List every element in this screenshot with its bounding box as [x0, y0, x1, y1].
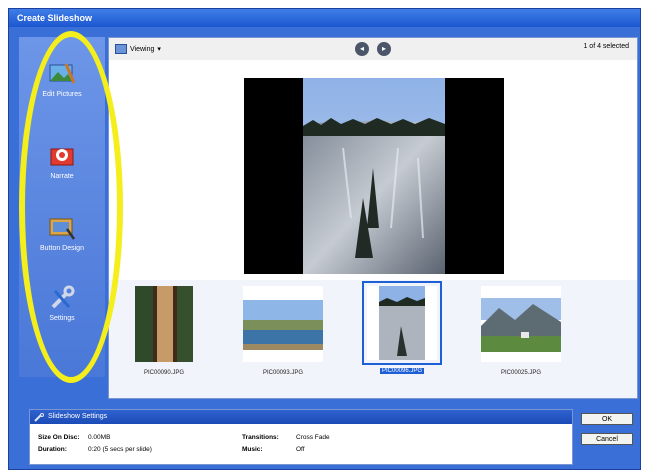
view-label: Viewing — [130, 45, 155, 53]
selection-count: 1 of 4 selected — [583, 43, 629, 50]
size-label: Size On Disc: — [38, 434, 80, 441]
thumbnail-image — [243, 286, 323, 362]
settings-icon — [34, 412, 44, 422]
thumbnail-strip: PIC00090.JPG PIC00093.JPG PIC00096.JPG P… — [109, 280, 637, 398]
size-value: 0.00MB — [88, 434, 111, 441]
settings-title: Slideshow Settings — [48, 413, 108, 420]
transitions-value: Cross Fade — [296, 434, 330, 441]
duration-value: 0:20 (5 secs per slide) — [88, 446, 152, 453]
settings-details: Size On Disc: 0.00MB Duration: 0:20 (5 s… — [30, 428, 572, 464]
thumbnail[interactable]: PIC00096.JPG — [352, 281, 452, 374]
preview-area — [109, 60, 637, 278]
thumbnail[interactable]: PIC00090.JPG — [114, 286, 214, 376]
view-icon — [115, 44, 127, 54]
thumbnail-image — [135, 286, 193, 362]
window-title: Create Slideshow — [9, 9, 640, 27]
duration-label: Duration: — [38, 446, 67, 453]
preview-photo — [303, 78, 445, 274]
arrow-right-icon: ▸ — [381, 44, 386, 53]
settings-header: Slideshow Settings — [30, 410, 572, 424]
thumbnail-caption: PIC00090.JPG — [143, 370, 185, 376]
transitions-label: Transitions: — [242, 434, 279, 441]
chevron-down-icon: ▾ — [157, 46, 161, 53]
thumbnail-caption: PIC00093.JPG — [262, 370, 304, 376]
slideshow-window: Create Slideshow Edit Pictures Narrate B… — [8, 8, 641, 470]
highlight-oval-annotation — [19, 31, 123, 383]
next-button[interactable]: ▸ — [377, 42, 391, 56]
music-label: Music: — [242, 446, 263, 453]
thumbnail-caption: PIC00096.JPG — [379, 368, 425, 374]
arrow-left-icon: ◂ — [359, 44, 364, 53]
toolbar: Viewing ▾ ◂ ▸ 1 of 4 selected — [109, 38, 637, 61]
ok-button[interactable]: OK — [581, 413, 633, 425]
music-value: Off — [296, 446, 305, 453]
thumbnail-image — [362, 281, 442, 365]
cancel-button[interactable]: Cancel — [581, 433, 633, 445]
main-panel: Viewing ▾ ◂ ▸ 1 of 4 selected PIC00090.J… — [108, 37, 638, 399]
slideshow-settings-panel: Slideshow Settings Size On Disc: 0.00MB … — [29, 409, 573, 465]
previous-button[interactable]: ◂ — [355, 42, 369, 56]
thumbnail-image — [481, 286, 561, 362]
slide-preview — [244, 78, 504, 274]
thumbnail-caption: PIC00025.JPG — [500, 370, 542, 376]
view-dropdown[interactable]: Viewing ▾ — [115, 42, 161, 56]
thumbnail[interactable]: PIC00093.JPG — [233, 286, 333, 376]
thumbnail[interactable]: PIC00025.JPG — [471, 286, 571, 376]
